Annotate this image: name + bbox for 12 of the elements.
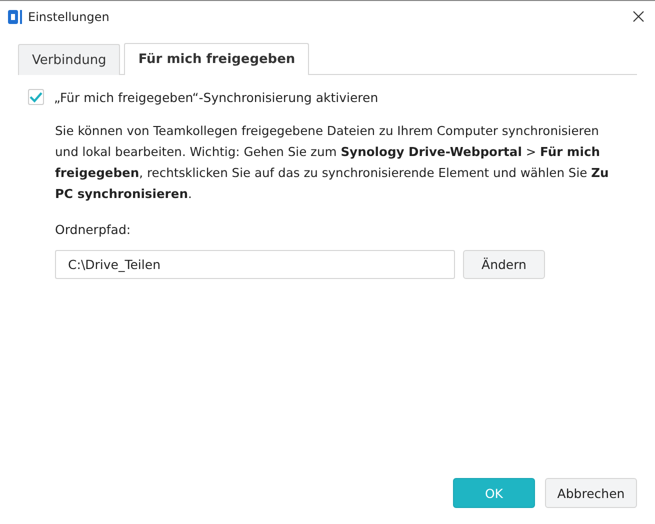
tab[interactable]: Verbindung [18, 44, 120, 75]
cancel-button[interactable]: Abbrechen [545, 478, 637, 508]
folder-path-field[interactable]: C:\Drive_Teilen [55, 250, 455, 279]
change-button[interactable]: Ändern [463, 250, 545, 279]
description-text: Sie können von Teamkollegen freigegebene Dateien zu Ihrem Computer synchronisieren und lokal bearbeiten. Wichtig: Gehen Sie zum Synology Drive-Webportal > Für mich freigegeben, rechtsklicken Sie auf das zu synchronisierende Element und wählen Sie Zu PC synchronisieren. [55, 123, 610, 203]
checkbox-label: „Für mich freigegeben“-Synchronisierung aktivieren [54, 90, 378, 104]
window-title: Einstellungen [28, 10, 110, 24]
app-logo-icon [8, 10, 22, 24]
close-icon[interactable] [633, 11, 644, 22]
folder-path-label: Ordnerpfad: [55, 222, 132, 237]
checkbox[interactable] [28, 89, 44, 105]
tab[interactable]: Für mich freigegeben [124, 43, 310, 75]
